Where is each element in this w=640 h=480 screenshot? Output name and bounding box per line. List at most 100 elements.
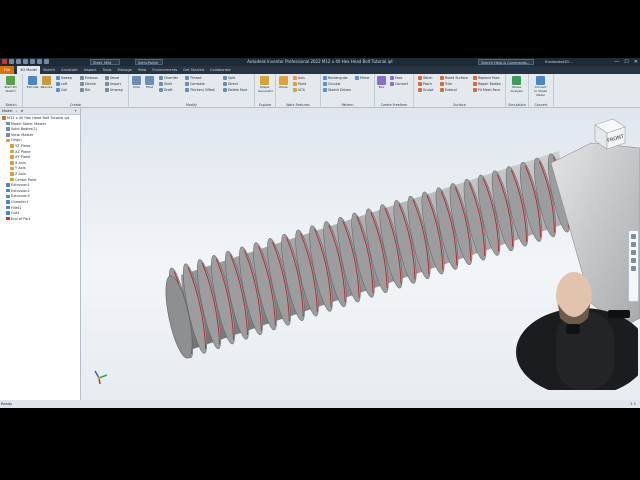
browser-node-icon <box>10 144 14 148</box>
tab-annotate[interactable]: Annotate <box>58 66 80 74</box>
browser-title[interactable]: Model <box>2 109 13 113</box>
convert-to-sheet-metal-button[interactable]: Convert to Sheet Metal <box>534 76 547 97</box>
browser-node-icon <box>6 211 10 215</box>
freeform-face-button[interactable]: Face <box>390 76 402 81</box>
stitch-button[interactable]: Stitch <box>418 76 433 81</box>
sheet-metal-icon <box>536 76 545 85</box>
browser-menu-icon[interactable]: ≡ <box>20 109 23 113</box>
repair-bodies-button[interactable]: Repair Bodies <box>473 82 501 87</box>
browser-node[interactable]: End of Part <box>0 217 80 223</box>
browser-node-label: Coil1 <box>11 211 20 216</box>
extrude-button[interactable]: Extrude <box>26 76 39 89</box>
patch-button[interactable]: Patch <box>418 82 432 87</box>
start-2d-sketch-button[interactable]: Start 2D Sketch <box>4 76 17 93</box>
tab-sketch[interactable]: Sketch <box>40 66 58 74</box>
tab-collaborate[interactable]: Collaborate <box>207 66 234 74</box>
surface-group-label: Surface <box>453 103 466 107</box>
mirror-button[interactable]: Mirror <box>355 76 370 81</box>
import-button[interactable]: Import <box>105 82 121 87</box>
revolve-button[interactable]: Revolve <box>40 76 53 89</box>
rib-button[interactable]: Rib <box>80 88 90 93</box>
pattern-group-label: Pattern <box>341 103 354 107</box>
ribbon-panel: Start 2D Sketch Sketch Extrude Revolve S… <box>0 74 640 108</box>
ucs-button[interactable]: UCS <box>293 88 305 93</box>
coil-button[interactable]: Coil <box>56 88 67 93</box>
browser-node-icon <box>6 121 10 126</box>
maximize-button[interactable]: ☐ <box>624 58 628 66</box>
tab-3d-model[interactable]: 3D Model <box>17 66 41 74</box>
viewcube-icon: FRONT <box>594 118 626 150</box>
freeform-box-button[interactable]: Box <box>375 76 388 89</box>
import-icon <box>105 82 109 86</box>
create-group-label: Create <box>70 103 81 107</box>
extend-button[interactable]: Extend <box>440 88 457 93</box>
derive-button[interactable]: Derive <box>80 82 96 87</box>
tab-tools[interactable]: Tools <box>100 66 115 74</box>
decal-button[interactable]: Decal <box>105 76 119 81</box>
emboss-button[interactable]: Emboss <box>80 76 98 81</box>
thicken-offset-button[interactable]: Thicken/ Offset <box>185 88 215 93</box>
loft-button[interactable]: Loft <box>56 82 67 87</box>
plane-button[interactable]: Plane <box>277 76 290 89</box>
thread-icon <box>185 76 189 80</box>
axis-button[interactable]: Axis <box>293 76 305 81</box>
sculpt-button[interactable]: Sculpt <box>418 88 433 93</box>
sketch-driven-pattern-button[interactable]: Sketch Driven <box>323 88 351 93</box>
browser-node-icon <box>6 133 10 137</box>
simulation-group-label: Simulation <box>508 103 526 107</box>
fit-mesh-face-button[interactable]: Fit Mesh Face <box>473 88 500 93</box>
stress-analysis-button[interactable]: Stress Analysis <box>510 76 523 93</box>
rectangular-pattern-button[interactable]: Rectangular <box>323 76 348 81</box>
pan-icon[interactable] <box>631 242 636 247</box>
model-tree: M12 x 40 Hex Head Bolt Tutorial.ipt Model… <box>0 115 80 222</box>
browser-add-tab-button[interactable]: + <box>74 109 77 113</box>
tab-inspect[interactable]: Inspect <box>81 66 100 74</box>
tab-get-started[interactable]: Get Started <box>180 66 207 74</box>
close-button[interactable]: ✕ <box>634 58 638 66</box>
ruled-surface-button[interactable]: Ruled Surface <box>440 76 468 81</box>
extend-icon <box>440 88 444 92</box>
hole-button[interactable]: Hole <box>130 76 143 89</box>
chamfer-button[interactable]: Chamfer <box>159 76 178 81</box>
viewcube[interactable]: FRONT <box>589 113 629 157</box>
browser-node-icon <box>10 149 14 154</box>
steering-wheel-icon[interactable] <box>631 234 636 239</box>
thread-button[interactable]: Thread <box>185 76 202 81</box>
model-browser: Model ⌕ ≡ + M12 x 40 Hex Head Bolt Tutor… <box>0 108 81 400</box>
split-icon <box>223 76 227 80</box>
trim-button[interactable]: Trim <box>440 82 452 87</box>
browser-node-label: XY Plane <box>15 155 31 160</box>
emboss-icon <box>80 76 84 80</box>
shape-generator-button[interactable]: Shape Generator <box>258 76 273 93</box>
browser-search-icon[interactable]: ⌕ <box>16 109 18 113</box>
point-button[interactable]: Point <box>293 82 306 87</box>
sketch-group: Start 2D Sketch Sketch <box>0 74 23 107</box>
presenter-video <box>516 272 640 396</box>
browser-node-label: Model State: Master <box>11 121 47 126</box>
tab-view[interactable]: View <box>135 66 150 74</box>
user-account[interactable]: thautodesk01... <box>545 58 572 66</box>
tab-manage[interactable]: Manage <box>115 66 135 74</box>
direct-button[interactable]: Direct <box>223 82 238 87</box>
fillet-button[interactable]: Fillet <box>143 76 156 89</box>
circular-pattern-icon <box>323 82 327 86</box>
shell-button[interactable]: Shell <box>159 82 172 87</box>
window-controls: — ☐ ✕ <box>614 58 638 66</box>
file-tab[interactable]: File <box>0 66 15 74</box>
freeform-convert-button[interactable]: Convert <box>390 82 408 87</box>
combine-button[interactable]: Combine <box>185 82 205 87</box>
stress-analysis-icon <box>512 76 521 85</box>
unwrap-button[interactable]: Unwrap <box>105 88 123 93</box>
sweep-button[interactable]: Sweep <box>56 76 72 81</box>
help-search-input[interactable]: Search Help & Commands... <box>478 59 534 65</box>
split-button[interactable]: Split <box>223 76 235 81</box>
browser-node-label: Solid Bodies(1) <box>11 127 38 132</box>
circular-pattern-button[interactable]: Circular <box>323 82 341 87</box>
draft-button[interactable]: Draft <box>159 88 172 93</box>
browser-node-icon <box>6 138 10 143</box>
tab-environments[interactable]: Environments <box>149 66 180 74</box>
minimize-button[interactable]: — <box>614 58 619 66</box>
replace-face-button[interactable]: Replace Face <box>473 76 500 81</box>
delete-face-button[interactable]: Delete Face <box>223 88 247 93</box>
sculpt-icon <box>418 88 422 92</box>
